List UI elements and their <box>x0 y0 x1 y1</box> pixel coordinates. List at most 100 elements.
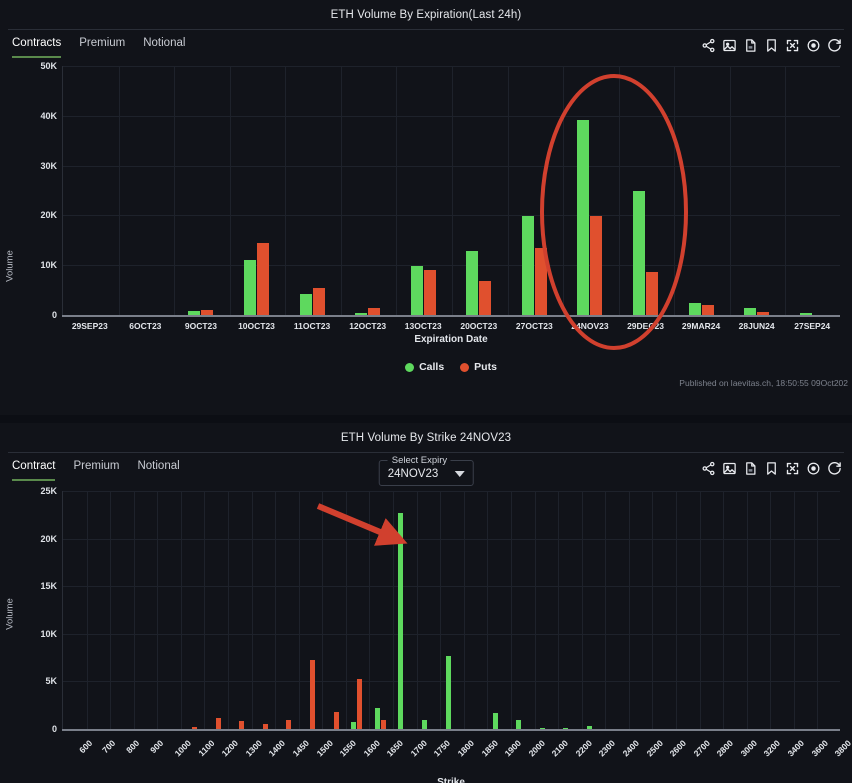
toolbar-strike: Contract Premium Notional Select Expiry … <box>0 453 852 487</box>
bar-calls-1800[interactable] <box>445 655 451 729</box>
bar-calls-20OCT23[interactable] <box>466 251 479 315</box>
bar-puts-1200[interactable] <box>215 717 221 729</box>
bar-calls-1900[interactable] <box>492 712 498 729</box>
bar-calls-27OCT23[interactable] <box>521 216 534 315</box>
chevron-down-icon[interactable] <box>454 471 465 477</box>
xtick-label: 900 <box>147 738 165 756</box>
bar-calls-2000[interactable] <box>516 720 522 729</box>
select-expiry-value: 24NOV23 <box>387 468 439 480</box>
xtick-label: 1800 <box>455 738 476 759</box>
select-expiry-control[interactable]: Select Expiry 24NOV23 <box>378 455 474 486</box>
eye-icon[interactable] <box>806 38 821 53</box>
xtick-label: 27SEP24 <box>794 321 831 331</box>
tab-premium-2[interactable]: Premium <box>73 460 119 481</box>
tabs-expiration: Contracts Premium Notional <box>12 37 185 58</box>
legend-label-puts: Puts <box>474 361 497 373</box>
ytick-label: 50K <box>40 61 57 71</box>
xtick-label: 1300 <box>243 738 264 759</box>
bar-puts-1650[interactable] <box>380 720 386 729</box>
share-icon[interactable] <box>701 38 716 53</box>
file-icon[interactable] <box>743 461 758 476</box>
image-icon[interactable] <box>722 38 737 53</box>
fullscreen-icon[interactable] <box>785 461 800 476</box>
bar-calls-29DEC23[interactable] <box>633 190 645 315</box>
xtick-label: 20OCT23 <box>460 321 498 331</box>
bar-calls-1650[interactable] <box>374 708 380 729</box>
bar-puts-1500[interactable] <box>310 660 316 729</box>
panel-separator <box>0 415 852 423</box>
xtick-label: 2600 <box>667 738 689 759</box>
xtick-label: 24NOV23 <box>571 321 609 331</box>
bar-puts-1300[interactable] <box>239 721 245 729</box>
share-icon[interactable] <box>701 461 716 476</box>
xtick-label: 2800 <box>714 738 736 759</box>
xtick-label: 2500 <box>644 738 665 759</box>
bar-calls-11OCT23[interactable] <box>299 294 312 315</box>
xtick-label: 1500 <box>314 738 335 759</box>
xtick-label: 6OCT23 <box>129 321 162 331</box>
legend-item-puts[interactable]: Puts <box>460 361 497 373</box>
tab-contracts[interactable]: Contracts <box>12 37 62 58</box>
bar-puts-24NOV23[interactable] <box>590 215 603 315</box>
bar-calls-28JUN24[interactable] <box>744 307 757 315</box>
xtick-label: 700 <box>100 738 118 756</box>
eye-icon[interactable] <box>806 461 821 476</box>
bookmark-icon[interactable] <box>764 461 779 476</box>
tabs-strike: Contract Premium Notional <box>12 460 180 481</box>
xtick-label: 11OCT23 <box>293 321 331 331</box>
bar-calls-1600[interactable] <box>351 722 357 729</box>
ytick-label: 30K <box>40 160 57 171</box>
bar-calls-13OCT23[interactable] <box>410 266 423 315</box>
select-expiry-fieldset[interactable]: Select Expiry 24NOV23 <box>378 455 474 486</box>
toolbar-icons-2 <box>701 460 842 476</box>
tab-premium[interactable]: Premium <box>79 37 125 58</box>
chart-strike: Volume 0 5K 10K 15K 20K 25K 600 700 800 900 1000 1… <box>0 486 852 783</box>
legend-item-calls[interactable]: Calls <box>405 361 444 373</box>
bar-calls-1700[interactable] <box>398 512 404 729</box>
ytick-label: 5K <box>45 676 57 687</box>
ytick-label: 10K <box>40 628 57 639</box>
xtick-label: 10OCT23 <box>238 321 275 331</box>
bar-puts-1450[interactable] <box>286 720 292 729</box>
fullscreen-icon[interactable] <box>785 38 800 53</box>
volume-by-expiration-panel: ETH Volume By Expiration(Last 24h) Contr… <box>0 0 852 415</box>
file-icon[interactable] <box>743 38 758 53</box>
refresh-icon[interactable] <box>827 461 842 476</box>
xtick-label: 27OCT23 <box>515 321 553 331</box>
refresh-icon[interactable] <box>827 38 842 53</box>
ytick-label: 20K <box>40 210 57 221</box>
bar-puts-12OCT23[interactable] <box>368 308 381 315</box>
bar-puts-1600[interactable] <box>357 678 363 729</box>
tab-notional[interactable]: Notional <box>143 37 185 58</box>
image-icon[interactable] <box>722 461 737 476</box>
xtick-label: 2400 <box>620 738 642 759</box>
tab-notional-2[interactable]: Notional <box>137 460 179 481</box>
bar-calls-1750[interactable] <box>421 720 427 729</box>
bar-puts-1550[interactable] <box>333 711 339 729</box>
xtick-label: 9OCT23 <box>184 321 217 331</box>
xtick-label: 28JUN24 <box>738 321 775 331</box>
xtick-label: 2700 <box>691 738 712 759</box>
bar-puts-29MAR24[interactable] <box>701 305 714 315</box>
bar-calls-24NOV23[interactable] <box>577 119 590 315</box>
bar-puts-27OCT23[interactable] <box>534 248 547 315</box>
bookmark-icon[interactable] <box>764 38 779 53</box>
bar-puts-11OCT23[interactable] <box>312 288 325 315</box>
yaxis-title-1: Volume <box>4 250 16 282</box>
xtick-label: 3400 <box>785 738 807 759</box>
bar-puts-13OCT23[interactable] <box>423 269 436 315</box>
ytick-label: 0 <box>51 724 57 734</box>
xtick-label: 1000 <box>172 738 194 759</box>
tab-contract[interactable]: Contract <box>12 460 56 481</box>
bar-calls-10OCT23[interactable] <box>244 260 256 315</box>
legend-dot-calls <box>405 362 415 372</box>
chart-expiration: Volume 0 10K 20K 30K 40K 50K 29SEP23 6OCT23 9OC… <box>0 61 852 396</box>
xtick-label: 12OCT23 <box>349 321 387 331</box>
published-caption: Published on laevitas.ch, 18:50:55 09Oct… <box>679 378 848 388</box>
xtick-label: 13OCT23 <box>404 321 442 331</box>
bar-calls-29MAR24[interactable] <box>688 302 701 315</box>
yaxis-ticks-2: 0 5K 10K 15K 20K 25K <box>16 486 62 779</box>
bar-puts-29DEC23[interactable] <box>646 272 658 315</box>
bar-puts-10OCT23[interactable] <box>257 242 269 315</box>
bar-puts-20OCT23[interactable] <box>479 280 492 315</box>
